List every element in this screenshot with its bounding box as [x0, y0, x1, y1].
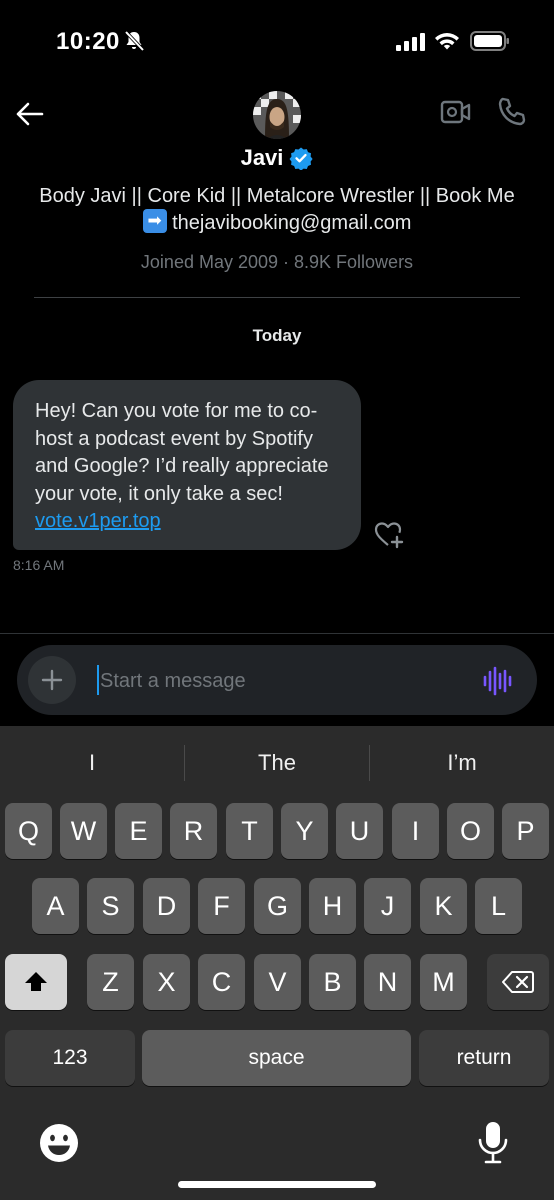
- text-cursor: [97, 665, 99, 695]
- key-r[interactable]: R: [170, 803, 217, 859]
- key-e[interactable]: E: [115, 803, 162, 859]
- key-f[interactable]: F: [198, 878, 245, 934]
- composer-divider: [0, 633, 554, 634]
- key-b[interactable]: B: [309, 954, 356, 1010]
- suggestion-1[interactable]: I: [0, 745, 184, 781]
- phone-icon: [498, 97, 526, 126]
- key-m[interactable]: M: [420, 954, 467, 1010]
- battery-icon: [470, 31, 509, 51]
- microphone-icon: [478, 1122, 508, 1164]
- emoji-button[interactable]: [38, 1122, 80, 1164]
- bell-muted-icon: [124, 30, 145, 52]
- profile-bio: Body Javi || Core Kid || Metalcore Wrest…: [30, 184, 524, 236]
- delete-key[interactable]: [487, 954, 549, 1010]
- numbers-key[interactable]: 123: [5, 1030, 135, 1086]
- key-x[interactable]: X: [143, 954, 190, 1010]
- dictation-button[interactable]: [476, 1120, 510, 1166]
- key-a[interactable]: A: [32, 878, 79, 934]
- key-s[interactable]: S: [87, 878, 134, 934]
- profile-bio-text: Body Javi || Core Kid || Metalcore Wrest…: [39, 185, 515, 207]
- return-key[interactable]: return: [419, 1030, 549, 1086]
- key-k[interactable]: K: [420, 878, 467, 934]
- right-arrow-emoji-icon: [142, 209, 167, 233]
- key-y[interactable]: Y: [281, 803, 328, 859]
- key-v[interactable]: V: [254, 954, 301, 1010]
- emoji-smiley-icon: [40, 1124, 78, 1162]
- key-n[interactable]: N: [364, 954, 411, 1010]
- key-l[interactable]: L: [475, 878, 522, 934]
- profile-name: Javi: [240, 145, 284, 170]
- profile-meta: Joined May 2009 · 8.9K Followers: [140, 252, 414, 272]
- key-i[interactable]: I: [392, 803, 439, 859]
- key-c[interactable]: C: [198, 954, 245, 1010]
- key-o[interactable]: O: [447, 803, 494, 859]
- message-link[interactable]: vote.v1per.top: [35, 510, 161, 532]
- shift-arrow-icon: [25, 972, 47, 991]
- voice-waveform-icon: [483, 666, 512, 696]
- key-w[interactable]: W: [60, 803, 107, 859]
- message-timestamp: 8:16 AM: [13, 557, 65, 573]
- avatar-image: [253, 91, 301, 139]
- key-g[interactable]: G: [254, 878, 301, 934]
- add-reaction-button[interactable]: [372, 518, 406, 552]
- video-call-button[interactable]: [440, 98, 476, 130]
- key-h[interactable]: H: [309, 878, 356, 934]
- key-q[interactable]: Q: [5, 803, 52, 859]
- divider: [34, 297, 520, 298]
- home-indicator[interactable]: [178, 1181, 376, 1188]
- key-z[interactable]: Z: [87, 954, 134, 1010]
- message-text: Hey! Can you vote for me to co-host a po…: [35, 400, 329, 505]
- key-u[interactable]: U: [336, 803, 383, 859]
- back-button[interactable]: [12, 96, 48, 132]
- voice-message-button[interactable]: [480, 664, 514, 698]
- suggestion-3[interactable]: I’m: [370, 745, 554, 781]
- message-input[interactable]: [96, 663, 466, 699]
- key-p[interactable]: P: [502, 803, 549, 859]
- video-camera-icon: [440, 100, 471, 124]
- arrow-left-icon: [16, 102, 44, 126]
- avatar[interactable]: [253, 91, 301, 139]
- verified-badge-icon: [289, 147, 314, 170]
- wifi-icon: [435, 33, 459, 50]
- date-separator: Today: [252, 326, 302, 345]
- key-j[interactable]: J: [364, 878, 411, 934]
- backspace-icon: [502, 971, 534, 993]
- profile-name-row[interactable]: Javi: [0, 145, 554, 171]
- add-media-button[interactable]: [28, 656, 76, 704]
- space-key[interactable]: space: [142, 1030, 411, 1086]
- shift-key[interactable]: [5, 954, 67, 1010]
- suggestion-2[interactable]: The: [185, 745, 369, 781]
- message-bubble[interactable]: Hey! Can you vote for me to co-host a po…: [13, 380, 361, 550]
- heart-plus-icon: [374, 522, 404, 549]
- status-time: 10:20: [56, 28, 120, 55]
- key-t[interactable]: T: [226, 803, 273, 859]
- key-d[interactable]: D: [143, 878, 190, 934]
- profile-bio-email: thejavibooking@gmail.com: [172, 212, 412, 234]
- phone-call-button[interactable]: [496, 96, 532, 132]
- cellular-signal-icon: [396, 33, 425, 51]
- plus-icon: [41, 669, 63, 691]
